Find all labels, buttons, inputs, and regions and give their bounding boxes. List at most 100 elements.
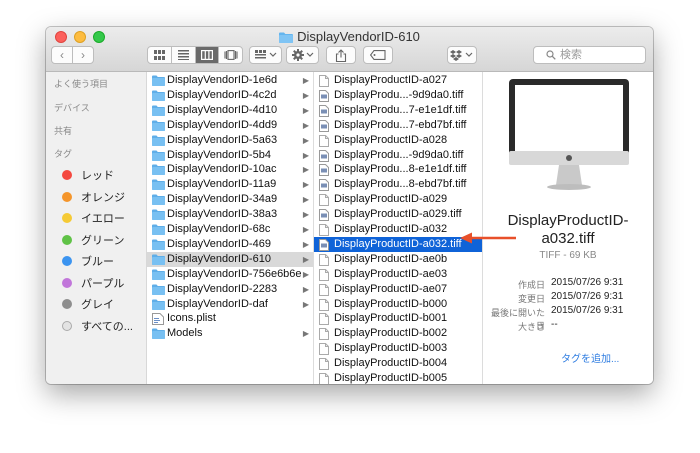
sidebar-tag-item[interactable]: グリーン	[62, 232, 124, 248]
tiff-file-icon	[319, 238, 329, 251]
row-label: DisplayVendorID-4d10	[167, 103, 278, 116]
list-view-button[interactable]	[172, 47, 196, 63]
vendor-folder-row[interactable]: DisplayVendorID-5b4 ▶	[147, 148, 313, 163]
row-label: DisplayProductID-a032	[334, 223, 448, 235]
sidebar-tag-item[interactable]: イエロー	[62, 210, 125, 226]
sidebar-tag-label: ブルー	[81, 256, 114, 268]
tag-color-dot-icon	[62, 213, 72, 223]
vendor-folder-row[interactable]: Models ▶	[147, 326, 313, 341]
tiff-file-icon	[319, 164, 329, 177]
vendor-folder-row[interactable]: DisplayVendorID-1e6d ▶	[147, 73, 313, 88]
product-file-row[interactable]: DisplayProdu...8-ebd7bf.tiff	[314, 177, 482, 192]
product-file-row[interactable]: DisplayProductID-a032.tiff	[314, 236, 482, 252]
product-file-row[interactable]: DisplayProdu...8-e1e1df.tiff	[314, 162, 482, 177]
row-label: DisplayVendorID-2283	[167, 282, 278, 295]
document-icon	[319, 253, 329, 266]
coverflow-view-button[interactable]	[219, 47, 242, 63]
row-label: DisplayProductID-b003	[334, 342, 448, 355]
vendor-folder-row[interactable]: DisplayVendorID-daf ▶	[147, 297, 313, 312]
folder-icon	[152, 179, 165, 191]
row-label: DisplayProductID-a029.tiff	[334, 208, 462, 221]
product-file-row[interactable]: DisplayProdu...-9d9da0.tiff	[314, 88, 482, 103]
product-file-row[interactable]: DisplayProductID-ae0b	[314, 252, 482, 267]
product-file-row[interactable]: DisplayProductID-b005	[314, 371, 482, 384]
vendor-folder-row[interactable]: DisplayVendorID-756e6b6e ▶	[147, 267, 313, 282]
sidebar-tag-item[interactable]: パープル	[62, 275, 124, 291]
document-icon	[319, 268, 329, 281]
edit-tags-button[interactable]	[363, 46, 393, 64]
product-file-row[interactable]: DisplayProductID-b001	[314, 311, 482, 326]
document-icon	[319, 343, 329, 356]
column-view-button[interactable]	[195, 47, 220, 63]
product-file-row[interactable]: DisplayProductID-a032	[314, 222, 482, 237]
icon-view-icon	[153, 50, 165, 60]
vendor-folder-row[interactable]: DisplayVendorID-68c ▶	[147, 222, 313, 237]
disclosure-arrow-icon: ▶	[302, 180, 309, 190]
vendor-folder-row[interactable]: DisplayVendorID-610 ▶	[147, 251, 313, 267]
vendor-folder-row[interactable]: Icons.plist	[147, 311, 313, 326]
folder-icon	[152, 284, 165, 295]
search-field[interactable]: 検索	[533, 46, 646, 64]
product-file-row[interactable]: DisplayProductID-b002	[314, 326, 482, 341]
vendor-folder-row[interactable]: DisplayVendorID-2283 ▶	[147, 282, 313, 297]
sidebar-header-favorites: よく使う項目	[54, 79, 109, 89]
sidebar-tag-item[interactable]: ブルー	[62, 253, 114, 269]
vendor-folder-row[interactable]: DisplayVendorID-4c2d ▶	[147, 88, 313, 103]
add-tags-link[interactable]: タグを追加...	[561, 350, 619, 365]
share-button[interactable]	[326, 46, 356, 64]
product-file-row[interactable]: DisplayProductID-a027	[314, 73, 482, 88]
vendor-folder-row[interactable]: DisplayVendorID-4d10 ▶	[147, 103, 313, 118]
search-placeholder: 検索	[560, 49, 582, 61]
vendor-folder-row[interactable]: DisplayVendorID-34a9 ▶	[147, 192, 313, 207]
folder-icon	[152, 209, 165, 221]
dropbox-icon	[450, 50, 473, 61]
product-file-row[interactable]: DisplayProductID-a029.tiff	[314, 207, 482, 222]
document-icon	[319, 194, 329, 207]
row-label: DisplayVendorID-5b4	[167, 148, 271, 161]
vendor-folder-row[interactable]: DisplayVendorID-38a3 ▶	[147, 207, 313, 222]
forward-arrow-icon: ›	[81, 48, 85, 62]
sidebar-tag-item[interactable]: オレンジ	[62, 189, 125, 205]
vendor-folder-row[interactable]: DisplayVendorID-5a63 ▶	[147, 133, 313, 148]
product-file-row[interactable]: DisplayProductID-b000	[314, 297, 482, 312]
action-button[interactable]	[286, 46, 319, 64]
product-file-row[interactable]: DisplayProductID-b003	[314, 341, 482, 356]
product-file-row[interactable]: DisplayProductID-a028	[314, 133, 482, 148]
icon-view-button[interactable]	[148, 47, 172, 63]
back-arrow-icon: ‹	[60, 48, 64, 62]
folder-icon	[152, 269, 165, 280]
column-products: DisplayProductID-a027 DisplayProdu...-9d9…	[314, 72, 483, 384]
back-button[interactable]: ‹	[51, 46, 73, 64]
folder-icon	[152, 328, 165, 340]
forward-button[interactable]: ›	[72, 46, 94, 64]
dropbox-button[interactable]	[447, 46, 477, 64]
product-file-row[interactable]: DisplayProdu...7-ebd7bf.tiff	[314, 118, 482, 133]
product-file-row[interactable]: DisplayProductID-ae07	[314, 282, 482, 297]
vendor-folder-row[interactable]: DisplayVendorID-10ac ▶	[147, 162, 313, 177]
product-file-row[interactable]: DisplayProductID-ae03	[314, 267, 482, 282]
sidebar-tag-item[interactable]: グレイ	[62, 296, 114, 312]
folder-icon	[152, 135, 165, 146]
sidebar-tag-item[interactable]: レッド	[62, 167, 114, 183]
vendor-folder-row[interactable]: DisplayVendorID-4dd9 ▶	[147, 118, 313, 133]
product-file-row[interactable]: DisplayProdu...7-e1e1df.tiff	[314, 103, 482, 118]
sidebar-tag-item[interactable]: すべての...	[62, 318, 133, 334]
document-icon	[319, 328, 329, 341]
vendor-folder-row[interactable]: DisplayVendorID-469 ▶	[147, 237, 313, 252]
tag-color-dot-icon	[62, 191, 72, 202]
disclosure-arrow-icon: ▶	[302, 76, 309, 85]
vendor-folder-row[interactable]: DisplayVendorID-11a9 ▶	[147, 177, 313, 192]
coverflow-view-icon	[224, 50, 238, 60]
meta-value: --	[551, 319, 558, 330]
document-icon	[319, 283, 329, 296]
row-label: DisplayProductID-ae0b	[334, 252, 448, 265]
share-icon	[335, 49, 347, 63]
folder-icon	[152, 164, 165, 176]
product-file-row[interactable]: DisplayProductID-a029	[314, 192, 482, 207]
meta-label: 作成日	[517, 280, 545, 290]
gear-icon	[291, 49, 313, 61]
product-file-row[interactable]: DisplayProdu...-9d9da0.tiff	[314, 148, 482, 163]
tag-color-dot-icon	[62, 320, 72, 331]
arrange-button[interactable]	[249, 46, 282, 64]
product-file-row[interactable]: DisplayProductID-b004	[314, 356, 482, 371]
